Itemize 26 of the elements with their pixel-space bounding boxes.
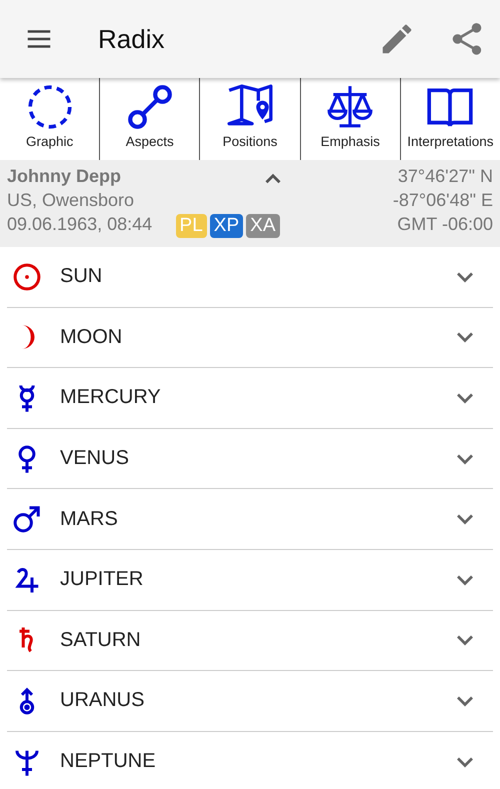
- planet-row[interactable]: URANUS: [7, 671, 493, 732]
- planet-row[interactable]: VENUS: [7, 428, 493, 490]
- planet-name: JUPITER: [60, 568, 144, 592]
- planet-row[interactable]: MERCURY: [7, 368, 493, 429]
- timezone: GMT -06:00: [397, 214, 493, 235]
- planet-name: MARS: [60, 508, 119, 531]
- person-name: Johnny Depp: [7, 166, 122, 187]
- planet-name: MERCURY: [60, 386, 162, 410]
- planet-name: VENUS: [60, 447, 130, 470]
- planet-row[interactable]: MOON: [7, 308, 493, 368]
- planet-name: SATURN: [60, 628, 142, 652]
- planet-row[interactable]: JUPITER: [7, 550, 493, 611]
- app-title: Radix: [98, 24, 164, 54]
- planet-name: SUN: [60, 265, 104, 288]
- longitude: -87°06'48" E: [392, 190, 493, 211]
- planet-row[interactable]: SATURN: [7, 610, 493, 672]
- planet-row[interactable]: SUN: [7, 247, 493, 308]
- planet-name: NEPTUNE: [60, 750, 157, 774]
- birth-place: US, Owensboro: [7, 190, 136, 211]
- planet-row[interactable]: MARS: [7, 489, 493, 550]
- latitude: 37°46'27" N: [398, 166, 493, 187]
- tag[interactable]: XP: [210, 214, 244, 238]
- birth-datetime: 09.06.1963, 08:44: [7, 214, 152, 235]
- planet-name: MOON: [60, 326, 124, 349]
- planet-row[interactable]: NEPTUNE: [7, 732, 493, 789]
- planet-name: URANUS: [60, 689, 146, 712]
